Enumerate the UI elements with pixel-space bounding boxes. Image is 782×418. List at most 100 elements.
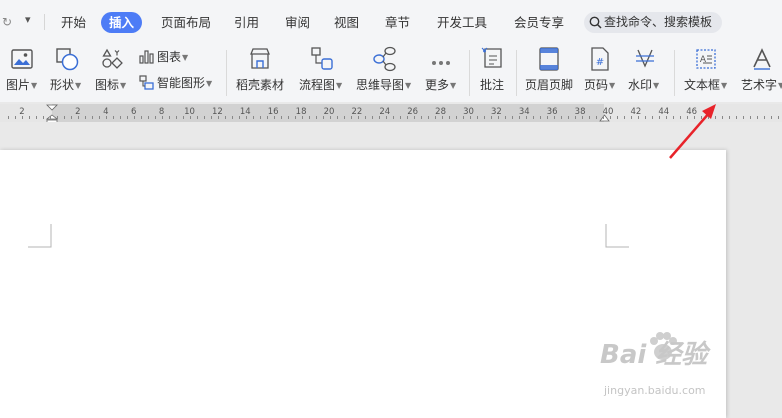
ruler-tick xyxy=(246,116,247,119)
ruler-tick xyxy=(239,116,240,119)
textbox-button[interactable]: A 文本框▼ xyxy=(682,44,732,102)
mindmap-button[interactable]: 思维导图▼ xyxy=(355,44,415,102)
shape-button[interactable]: 形状▼ xyxy=(48,44,88,102)
ruler-number: 24 xyxy=(379,107,391,117)
wordart-icon xyxy=(753,48,771,70)
ruler-tick xyxy=(43,116,44,119)
ruler-tick xyxy=(610,116,611,119)
ruler-tick xyxy=(113,116,114,119)
top-left-margin-corner xyxy=(28,224,52,248)
ribbon-separator xyxy=(516,50,517,96)
ruler-tick xyxy=(288,116,289,119)
ruler-tick xyxy=(484,116,485,119)
comment-button[interactable]: 批注 xyxy=(476,44,510,102)
chevron-down-icon: ▼ xyxy=(405,81,412,90)
ruler-tick xyxy=(344,116,345,119)
textbox-icon: A xyxy=(696,49,716,69)
ruler-tick xyxy=(134,116,135,119)
ruler-tick xyxy=(631,116,632,119)
page-number-label: 页码 xyxy=(584,78,609,92)
menu-bar: ↻ ▾ 开始 插入 页面布局 引用 审阅 视图 章节 开发工具 会员专享 查找命… xyxy=(0,0,782,44)
baidu-jingyan-watermark: Bai 经验 jingyan.baidu.com xyxy=(600,326,750,406)
chevron-down-icon: ▼ xyxy=(778,81,782,90)
ruler-tick xyxy=(71,116,72,119)
menu-separator xyxy=(44,14,45,30)
ruler-number: 26 xyxy=(407,107,419,117)
page-number-button[interactable]: # 页码▼ xyxy=(582,44,620,102)
ruler-tick xyxy=(148,116,149,119)
ruler-tick xyxy=(302,116,303,119)
tab-view[interactable]: 视图 xyxy=(334,15,359,31)
tab-developer[interactable]: 开发工具 xyxy=(437,15,487,31)
tab-section[interactable]: 章节 xyxy=(385,15,410,31)
tab-page-layout[interactable]: 页面布局 xyxy=(161,15,211,31)
tab-member[interactable]: 会员专享 xyxy=(514,15,564,31)
header-footer-icon xyxy=(539,47,559,71)
watermark-button[interactable]: 水印▼ xyxy=(626,44,666,102)
tab-home[interactable]: 开始 xyxy=(61,15,86,31)
chevron-down-icon: ▼ xyxy=(182,53,189,62)
ribbon-separator xyxy=(226,50,227,96)
picture-icon xyxy=(11,49,33,69)
ruler-tick xyxy=(442,116,443,119)
search-box[interactable]: 查找命令、搜索模板 xyxy=(584,12,722,33)
more-dots-icon xyxy=(432,61,450,65)
ruler-tick xyxy=(771,116,772,119)
header-footer-button[interactable]: 页眉页脚 xyxy=(522,44,576,102)
ruler-number: 28 xyxy=(435,107,447,117)
picture-label: 图片 xyxy=(6,78,31,92)
shape-icon xyxy=(56,48,79,71)
ruler-tick xyxy=(624,116,625,119)
ruler-tick xyxy=(435,116,436,119)
ruler-tick xyxy=(64,116,65,119)
ruler-tick xyxy=(204,116,205,119)
chart-button[interactable]: 图表▼ xyxy=(139,48,188,65)
ruler-tick xyxy=(365,116,366,119)
ruler-tick xyxy=(526,116,527,119)
material-button[interactable]: 稻壳素材 xyxy=(234,44,286,102)
chevron-down-icon: ▼ xyxy=(31,81,38,90)
watermark-icon xyxy=(636,49,654,68)
ruler-tick xyxy=(141,116,142,119)
flowchart-button[interactable]: 流程图▼ xyxy=(298,44,346,102)
ruler-tick xyxy=(36,116,37,119)
mindmap-icon xyxy=(373,46,396,72)
icon-library-icon xyxy=(102,48,123,69)
picture-button[interactable]: 图片▼ xyxy=(4,44,44,102)
ruler-tick xyxy=(309,116,310,119)
ruler-tick xyxy=(778,116,779,119)
ruler-number: 34 xyxy=(518,107,530,117)
icon-library-button[interactable]: 图标▼ xyxy=(93,44,131,102)
chevron-down-icon: ▼ xyxy=(653,81,660,90)
ruler-tick xyxy=(15,116,16,119)
ruler-tick xyxy=(295,116,296,119)
smart-graphic-button[interactable]: 智能图形▼ xyxy=(139,74,212,91)
chevron-down-icon: ▼ xyxy=(450,81,457,90)
ruler-tick xyxy=(99,116,100,119)
quick-access-dropdown-icon[interactable]: ▾ xyxy=(25,13,31,26)
comment-icon xyxy=(481,47,502,68)
ruler-tick xyxy=(540,116,541,119)
ruler-number: 38 xyxy=(574,107,586,117)
chart-icon xyxy=(139,50,154,64)
search-placeholder: 查找命令、搜索模板 xyxy=(604,15,713,29)
ruler-tick xyxy=(92,116,93,119)
chevron-down-icon: ▼ xyxy=(75,81,82,90)
chevron-down-icon: ▼ xyxy=(206,79,213,88)
material-label: 稻壳素材 xyxy=(236,78,285,92)
ruler-tick xyxy=(456,116,457,119)
tab-review[interactable]: 审阅 xyxy=(285,15,310,31)
ruler-tick xyxy=(582,116,583,119)
header-footer-label: 页眉页脚 xyxy=(525,78,574,92)
icon-library-label: 图标 xyxy=(95,78,120,92)
mindmap-label: 思维导图 xyxy=(356,78,405,92)
tab-references[interactable]: 引用 xyxy=(234,15,259,31)
redo-icon[interactable]: ↻ xyxy=(2,15,12,29)
more-button[interactable]: 更多▼ xyxy=(423,44,461,102)
ruler-tick xyxy=(393,116,394,119)
wordart-button[interactable]: 艺术字▼ xyxy=(739,44,782,102)
ruler-number: 36 xyxy=(546,107,558,117)
tab-insert[interactable]: 插入 xyxy=(101,12,143,33)
ruler-tick xyxy=(155,116,156,119)
ruler-tick xyxy=(463,116,464,119)
